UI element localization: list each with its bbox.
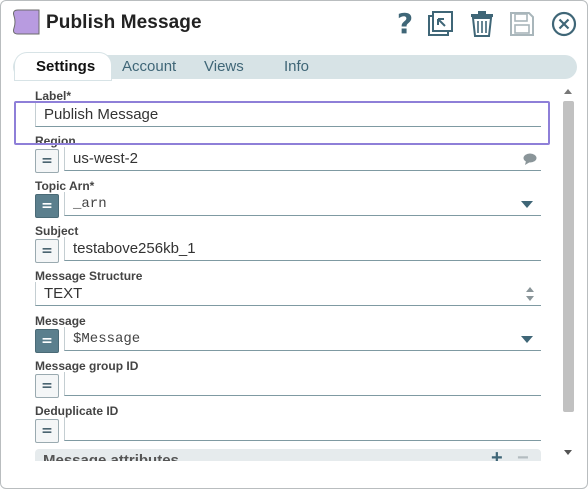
topic-arn-input[interactable]: _arn [64, 192, 541, 216]
tab-settings[interactable]: Settings [15, 53, 112, 80]
region-input[interactable]: us-west-2 [64, 147, 541, 171]
topic-arn-value: _arn [73, 196, 107, 212]
publish-message-dialog: Publish Message ? Settings Account Views… [0, 0, 588, 489]
close-button[interactable] [549, 9, 579, 39]
delete-button[interactable] [467, 9, 497, 39]
save-icon [510, 12, 534, 36]
topic-arn-dropdown-icon[interactable] [521, 201, 533, 208]
message-group-id-input[interactable] [64, 372, 541, 396]
scroll-up-arrow-icon[interactable] [564, 89, 572, 94]
message-structure-value: TEXT [44, 285, 83, 302]
message-dropdown-icon[interactable] [521, 336, 533, 343]
spinner-arrows-icon [526, 287, 534, 301]
scrollbar-thumb[interactable] [563, 101, 574, 412]
message-value: $Message [73, 331, 141, 347]
form-scrollbar[interactable] [561, 85, 575, 461]
message-input[interactable]: $Message [64, 327, 541, 351]
delete-icon [471, 11, 493, 37]
deduplicate-id-input[interactable] [64, 417, 541, 441]
help-button[interactable]: ? [390, 9, 420, 39]
export-button[interactable] [425, 9, 455, 39]
region-expression-toggle[interactable]: = [35, 149, 59, 173]
message-structure-field-label: Message Structure [35, 269, 143, 283]
region-value: us-west-2 [73, 150, 139, 167]
message-expression-toggle[interactable]: = [35, 329, 59, 353]
message-group-id-expression-toggle[interactable]: = [35, 374, 59, 398]
deduplicate-id-expression-toggle[interactable]: = [35, 419, 59, 443]
export-icon [428, 11, 453, 36]
deduplicate-id-field-label: Deduplicate ID [35, 404, 119, 418]
subject-expression-toggle[interactable]: = [35, 239, 59, 263]
comment-icon[interactable] [523, 153, 537, 165]
snap-type-icon [13, 9, 40, 35]
close-icon [551, 11, 577, 37]
help-icon: ? [396, 7, 414, 40]
tab-views[interactable]: Views [204, 55, 244, 79]
topic-arn-field-label: Topic Arn* [35, 179, 95, 193]
tab-bar: Settings Account Views Info [13, 53, 577, 80]
scroll-down-arrow-icon[interactable] [564, 450, 572, 455]
tab-account[interactable]: Account [122, 55, 176, 79]
tab-info[interactable]: Info [284, 55, 309, 79]
remove-row-button[interactable]: − [517, 447, 529, 461]
add-row-button[interactable]: + [491, 447, 503, 461]
dialog-header: Publish Message ? [1, 1, 587, 47]
message-structure-select[interactable]: TEXT [35, 282, 541, 306]
subject-field-label: Subject [35, 224, 79, 238]
topic-arn-highlight-outline [14, 101, 550, 145]
dialog-title: Publish Message [46, 12, 202, 33]
subject-input[interactable]: testabove256kb_1 [64, 237, 541, 261]
message-attributes-title: Message attributes [43, 452, 179, 461]
topic-arn-expression-toggle[interactable]: = [35, 194, 59, 218]
message-attributes-section-header: Message attributes + − [35, 447, 541, 461]
save-button[interactable] [507, 9, 537, 39]
message-field-label: Message [35, 314, 86, 328]
message-group-id-field-label: Message group ID [35, 359, 139, 373]
